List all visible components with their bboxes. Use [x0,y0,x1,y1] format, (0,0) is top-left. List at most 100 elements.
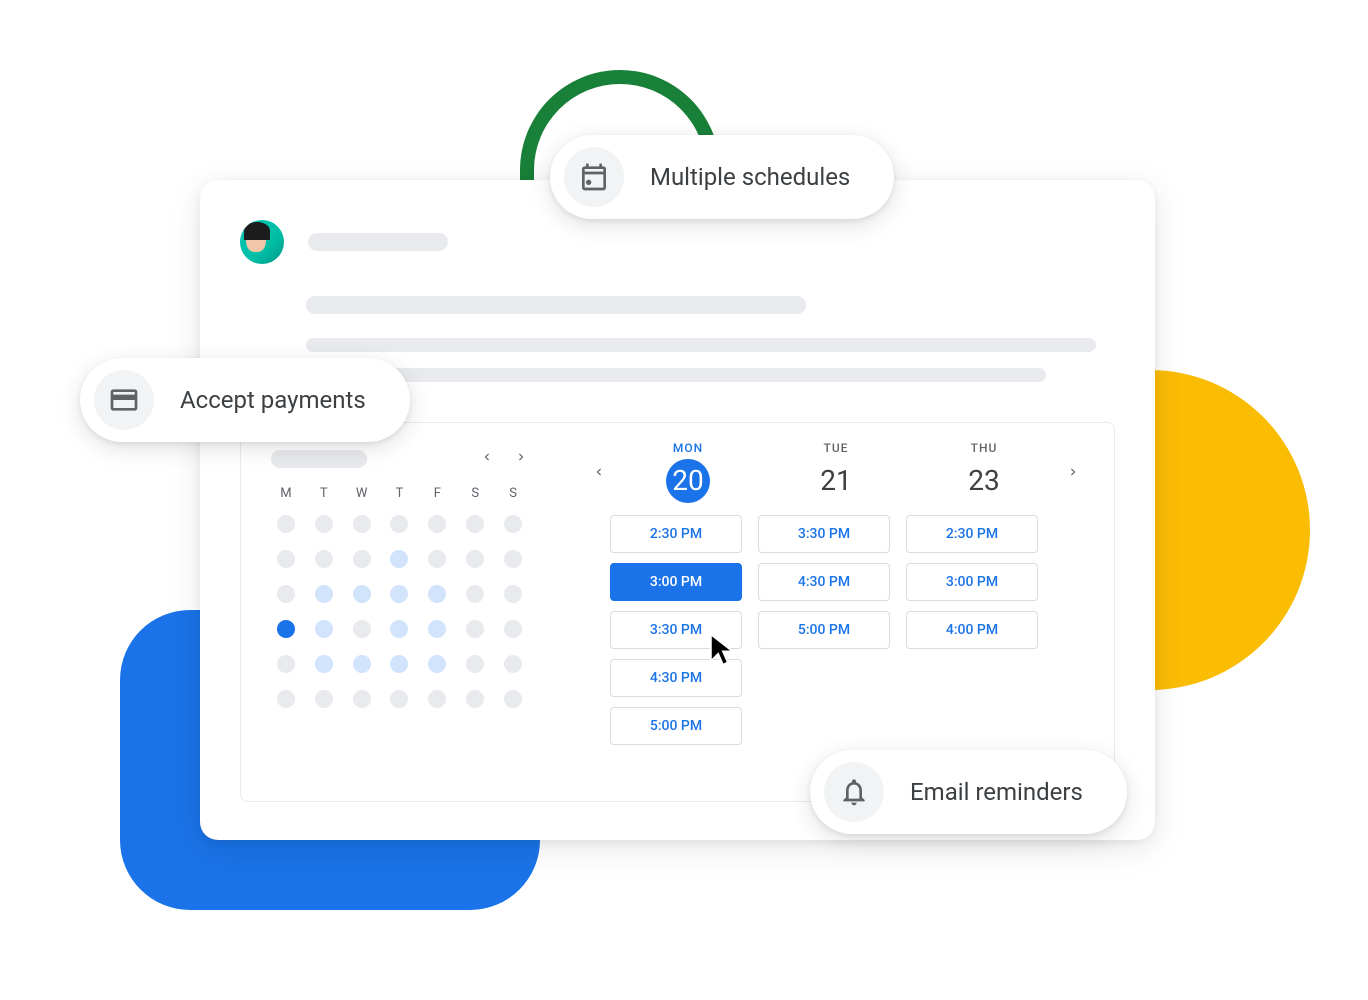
date-cell[interactable] [390,515,408,533]
date-cell[interactable] [504,585,522,603]
time-slot[interactable]: 2:30 PM [906,515,1038,553]
time-slot-selected[interactable]: 3:00 PM [610,563,742,601]
date-cell[interactable] [390,655,408,673]
date-cell[interactable] [277,550,295,568]
time-slot[interactable]: 2:30 PM [610,515,742,553]
weekday-label: S [460,486,490,501]
date-cell[interactable] [315,515,333,533]
time-slot[interactable]: 4:00 PM [906,611,1038,649]
weekday-label: S [498,486,528,501]
feature-chip-label: Accept payments [180,386,366,414]
date-cell[interactable] [353,585,371,603]
date-cell[interactable] [466,620,484,638]
calendar-icon [564,147,624,207]
description-line-placeholder [306,368,1046,382]
date-cell[interactable] [428,655,446,673]
date-cell[interactable] [353,550,371,568]
feature-chip-label: Email reminders [910,778,1083,806]
slots-prev-button[interactable] [584,457,614,487]
date-cell[interactable] [466,585,484,603]
feature-chip-email-reminders: Email reminders [810,750,1127,834]
date-cell[interactable] [466,550,484,568]
date-cell[interactable] [428,585,446,603]
time-slot[interactable]: 4:30 PM [610,659,742,697]
date-cell[interactable] [466,515,484,533]
weekday-label: T [309,486,339,501]
feature-chip-accept-payments: Accept payments [80,358,410,442]
time-slot[interactable]: 3:00 PM [906,563,1038,601]
date-cell[interactable] [390,550,408,568]
date-cell[interactable] [390,690,408,708]
day-column-header[interactable]: THU 23 [910,441,1058,503]
avatar [240,220,284,264]
date-cell[interactable] [353,690,371,708]
schedule-panel: MTWTFSS MON20TUE21THU23 2:30 PM3:00 PM3:… [240,422,1115,802]
day-of-week-label: THU [910,441,1058,455]
slot-column: 2:30 PM 3:00 PM 3:30 PM 4:30 PM 5:00 PM [610,515,742,745]
time-slot[interactable]: 4:30 PM [758,563,890,601]
weekday-label: F [422,486,452,501]
time-slots-panel: MON 20 TUE21THU 23 2:30 PM 3:00 PM 3:30 PM 4:3… [558,423,1114,801]
day-column-header[interactable]: TUE21 [762,441,910,503]
date-cell[interactable] [277,655,295,673]
chevron-right-icon [514,450,528,464]
date-cell[interactable] [353,620,371,638]
date-cell[interactable] [315,550,333,568]
mini-calendar: MTWTFSS [241,423,558,801]
date-cell[interactable] [504,515,522,533]
time-slot[interactable]: 5:00 PM [610,707,742,745]
weekday-label: T [385,486,415,501]
weekday-label: M [271,486,301,501]
date-cell[interactable] [390,620,408,638]
feature-chip-label: Multiple schedules [650,163,850,191]
date-cell[interactable] [353,515,371,533]
date-cell[interactable] [428,550,446,568]
weekday-header-row: MTWTFSS [271,486,528,501]
date-cell[interactable] [504,620,522,638]
date-grid [271,515,528,708]
slot-column: 2:30 PM 3:00 PM 4:00 PM [906,515,1038,745]
day-number: 20 [666,459,710,503]
month-label-placeholder [271,450,367,468]
mini-cal-prev-button[interactable] [480,449,494,468]
credit-card-icon [94,370,154,430]
mini-cal-next-button[interactable] [514,449,528,468]
chevron-left-icon [480,450,494,464]
date-cell[interactable] [353,655,371,673]
time-slot[interactable]: 3:30 PM [610,611,742,649]
date-cell[interactable] [466,690,484,708]
date-cell[interactable] [315,620,333,638]
date-cell[interactable] [504,655,522,673]
date-cell[interactable] [277,585,295,603]
time-slot[interactable]: 3:30 PM [758,515,890,553]
day-number: 23 [910,459,1058,503]
day-number: 21 [762,459,910,503]
date-cell[interactable] [504,690,522,708]
date-cell[interactable] [277,515,295,533]
bell-icon [824,762,884,822]
day-column-header[interactable]: MON 20 [614,441,762,503]
weekday-label: W [347,486,377,501]
day-of-week-label: MON [614,441,762,455]
chevron-left-icon [592,465,606,479]
time-slot[interactable]: 5:00 PM [758,611,890,649]
date-cell[interactable] [504,550,522,568]
slot-column: 3:30 PM 4:30 PM 5:00 PM [758,515,890,745]
date-cell[interactable] [315,690,333,708]
date-cell[interactable] [428,515,446,533]
host-name-placeholder [308,233,448,251]
date-cell[interactable] [466,655,484,673]
date-cell[interactable] [390,585,408,603]
date-cell[interactable] [428,620,446,638]
date-cell[interactable] [428,690,446,708]
description-line-placeholder [306,338,1096,352]
feature-chip-multiple-schedules: Multiple schedules [550,135,894,219]
chevron-right-icon [1066,465,1080,479]
date-cell[interactable] [277,690,295,708]
date-cell[interactable] [315,585,333,603]
date-cell[interactable] [315,655,333,673]
title-placeholder [306,296,806,314]
date-cell[interactable] [277,620,295,638]
slots-next-button[interactable] [1058,457,1088,487]
booking-card: MTWTFSS MON20TUE21THU23 2:30 PM3:00 PM3:… [200,180,1155,840]
